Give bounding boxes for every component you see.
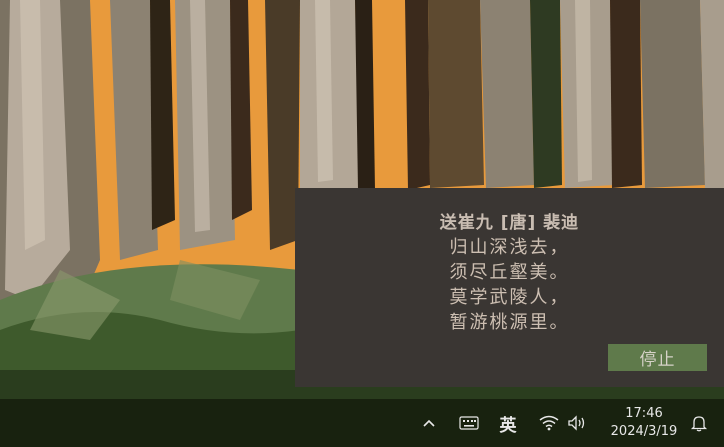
keyboard-icon[interactable] [457,399,481,447]
clock[interactable]: 17:46 2024/3/19 [600,399,688,447]
taskbar: 英 17:46 2024/3/19 [0,399,724,447]
ime-indicator[interactable]: 英 [496,399,520,447]
volume-icon[interactable] [566,399,588,447]
chevron-up-icon[interactable] [418,399,440,447]
poem-line: 归山深浅去， [449,237,570,258]
clock-date: 2024/3/19 [610,424,678,439]
poem-line: 暂游桃源里。 [449,312,570,333]
poem-popup: 送崔九 [唐] 裴迪 归山深浅去， 须尽丘壑美。 莫学武陵人， 暂游桃源里。 停… [295,188,724,387]
poem-title: 送崔九 [唐] 裴迪 [439,213,580,233]
poem-line: 须尽丘壑美。 [449,262,570,283]
clock-time: 17:46 [625,406,663,421]
bell-icon[interactable] [688,399,710,447]
stop-button[interactable]: 停止 [608,344,707,371]
wifi-icon[interactable] [538,399,560,447]
poem-line: 莫学武陵人， [449,287,570,308]
